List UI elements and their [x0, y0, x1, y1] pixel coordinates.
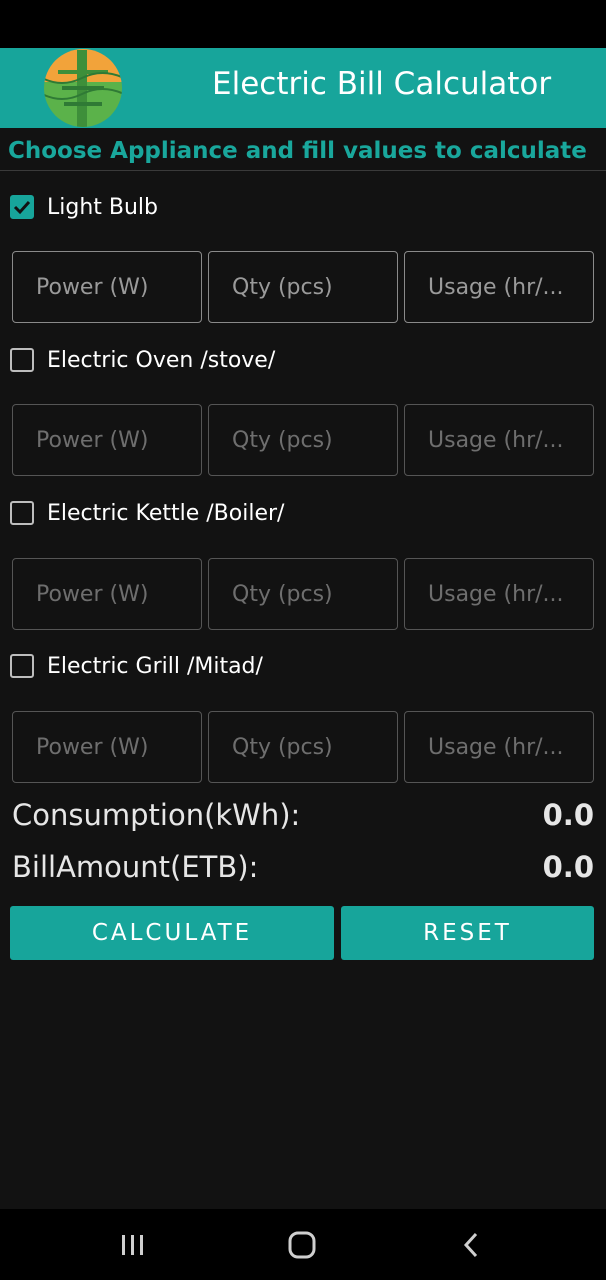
- electric-oven-checkbox[interactable]: [10, 348, 34, 372]
- appliance-electric-grill-row[interactable]: Electric Grill /Mitad/: [10, 651, 263, 681]
- electric-oven-usage-input[interactable]: [404, 404, 594, 476]
- consumption-label: Consumption(kWh):: [12, 798, 301, 832]
- recents-icon: [122, 1235, 143, 1255]
- electric-pole-sun-logo-icon: [44, 49, 122, 127]
- calculate-button[interactable]: CALCULATE: [10, 906, 334, 960]
- electric-grill-qty-input[interactable]: [208, 711, 398, 783]
- bill-amount-label: BillAmount(ETB):: [12, 850, 259, 884]
- app-bar: Electric Bill Calculator: [0, 48, 606, 128]
- electric-grill-power-input[interactable]: [12, 711, 202, 783]
- electric-kettle-usage-input[interactable]: [404, 558, 594, 630]
- appliance-light-bulb-row[interactable]: Light Bulb: [10, 192, 158, 222]
- back-button[interactable]: [452, 1229, 492, 1261]
- light-bulb-power-input[interactable]: [12, 251, 202, 323]
- electric-oven-qty-input[interactable]: [208, 404, 398, 476]
- electric-kettle-qty-input[interactable]: [208, 558, 398, 630]
- appliance-label: Light Bulb: [47, 194, 159, 220]
- bill-amount-value: 0.0: [542, 850, 594, 884]
- divider: [0, 170, 606, 171]
- app-title: Electric Bill Calculator: [212, 66, 552, 102]
- electric-grill-usage-input[interactable]: [404, 711, 594, 783]
- home-button[interactable]: [282, 1229, 322, 1261]
- appliance-label: Electric Grill /Mitad/: [47, 653, 263, 679]
- instruction-text: Choose Appliance and fill values to calc…: [8, 138, 587, 164]
- light-bulb-checkbox[interactable]: [10, 195, 34, 219]
- reset-button[interactable]: RESET: [341, 906, 594, 960]
- electric-oven-power-input[interactable]: [12, 404, 202, 476]
- appliance-electric-oven-row[interactable]: Electric Oven /stove/: [10, 345, 275, 375]
- light-bulb-qty-input[interactable]: [208, 251, 398, 323]
- check-icon: [13, 200, 31, 215]
- light-bulb-usage-input[interactable]: [404, 251, 594, 323]
- appliance-label: Electric Kettle /Boiler/: [47, 500, 285, 526]
- appliance-electric-kettle-row[interactable]: Electric Kettle /Boiler/: [10, 498, 284, 528]
- navigation-bar: [0, 1209, 606, 1280]
- status-bar: [0, 0, 606, 48]
- appliance-label: Electric Oven /stove/: [47, 347, 276, 373]
- back-icon: [463, 1232, 478, 1258]
- consumption-value: 0.0: [542, 798, 594, 832]
- electric-grill-checkbox[interactable]: [10, 654, 34, 678]
- electric-kettle-power-input[interactable]: [12, 558, 202, 630]
- electric-kettle-checkbox[interactable]: [10, 501, 34, 525]
- recents-button[interactable]: [113, 1229, 153, 1261]
- home-icon: [288, 1231, 316, 1259]
